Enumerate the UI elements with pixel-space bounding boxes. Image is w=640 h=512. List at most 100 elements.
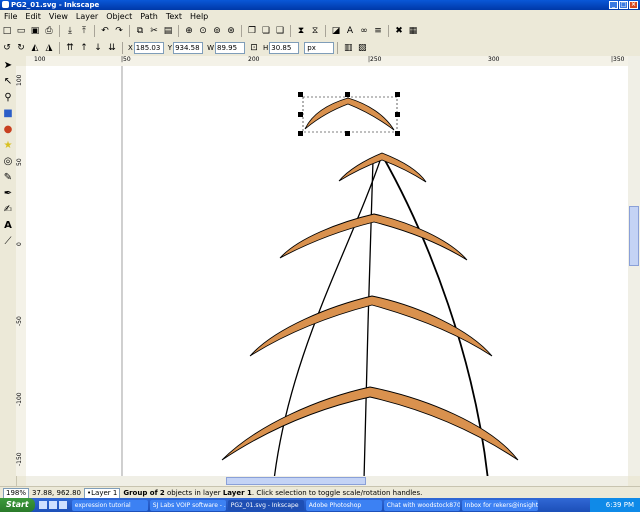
fill-stroke-icon[interactable]: ◪ xyxy=(330,25,342,37)
rectangle-icon[interactable]: ■ xyxy=(1,106,15,120)
raise-icon[interactable]: ↑ xyxy=(78,42,90,54)
y-field[interactable] xyxy=(173,42,204,54)
import-icon[interactable]: ⤓ xyxy=(64,25,76,37)
align-icon[interactable]: ≡ xyxy=(372,25,384,37)
handle-bottom-left[interactable] xyxy=(298,131,303,136)
scale-corners-icon[interactable]: ▧ xyxy=(356,42,368,54)
drawing-canvas[interactable] xyxy=(26,66,628,476)
save-icon[interactable]: ▣ xyxy=(29,25,41,37)
task-expression-tutorial[interactable]: expression tutorial xyxy=(71,499,148,511)
browser-icon[interactable] xyxy=(48,501,57,509)
pencil-icon[interactable]: ✎ xyxy=(1,170,15,184)
desktop-icon[interactable] xyxy=(38,501,47,509)
units-select[interactable]: px xyxy=(304,42,335,54)
clone-icon[interactable]: ❏ xyxy=(260,25,272,37)
zoom-page-icon[interactable]: ⊚ xyxy=(211,25,223,37)
separator xyxy=(337,42,339,54)
print-icon[interactable]: ⎙ xyxy=(43,25,55,37)
calligraphy-icon[interactable]: ✍ xyxy=(1,202,15,216)
handle-top-right[interactable] xyxy=(395,92,400,97)
close-button[interactable]: × xyxy=(629,1,638,9)
zoom-icon[interactable]: ⚲ xyxy=(1,90,15,104)
handle-right[interactable] xyxy=(395,112,400,117)
rotate-cw-icon[interactable]: ↻ xyxy=(15,42,27,54)
lock-icon[interactable]: ⊡ xyxy=(248,42,260,54)
menu-help[interactable]: Help xyxy=(186,12,212,21)
spiral-icon[interactable]: ◎ xyxy=(1,154,15,168)
menu-view[interactable]: View xyxy=(45,12,72,21)
handle-bottom[interactable] xyxy=(345,131,350,136)
boomerang-shape[interactable] xyxy=(304,97,395,131)
ellipse-icon[interactable]: ● xyxy=(1,122,15,136)
transform-icon[interactable]: ✖ xyxy=(393,25,405,37)
width-field[interactable] xyxy=(215,42,245,54)
zoom-drawing-icon[interactable]: ⊙ xyxy=(197,25,209,37)
menu-path[interactable]: Path xyxy=(136,12,162,21)
open-icon[interactable]: ▭ xyxy=(15,25,27,37)
height-field[interactable] xyxy=(269,42,300,54)
zoom-field[interactable]: 198% xyxy=(3,487,30,499)
maximize-button[interactable]: □ xyxy=(619,1,628,9)
lower-to-bottom-icon[interactable]: ⇊ xyxy=(106,42,118,54)
branch-1[interactable] xyxy=(338,152,427,183)
vertical-scroll-thumb[interactable] xyxy=(629,206,639,266)
task-photoshop[interactable]: Adobe Photoshop xyxy=(305,499,382,511)
raise-to-top-icon[interactable]: ⇈ xyxy=(64,42,76,54)
preferences-icon[interactable]: ▦ xyxy=(407,25,419,37)
copy-icon[interactable]: ⧉ xyxy=(134,25,146,37)
separator xyxy=(129,25,130,37)
handle-top-left[interactable] xyxy=(298,92,303,97)
ruler-label: 50 xyxy=(16,158,23,166)
xml-editor-icon[interactable]: ∞ xyxy=(358,25,370,37)
mail-icon[interactable] xyxy=(58,501,67,509)
menu-object[interactable]: Object xyxy=(102,12,136,21)
menu-text[interactable]: Text xyxy=(162,12,186,21)
inkscape-app-icon xyxy=(2,1,9,8)
export-icon[interactable]: ⤒ xyxy=(78,25,90,37)
redo-icon[interactable]: ↷ xyxy=(113,25,125,37)
zoom-width-icon[interactable]: ⊛ xyxy=(225,25,237,37)
flip-horizontal-icon[interactable]: ◭ xyxy=(29,42,41,54)
lower-icon[interactable]: ↓ xyxy=(92,42,104,54)
x-field[interactable] xyxy=(133,42,164,54)
node-icon[interactable]: ↖ xyxy=(1,74,15,88)
text-icon[interactable]: A xyxy=(1,218,15,232)
minimize-button[interactable]: _ xyxy=(609,1,618,9)
ruler-label: 300 xyxy=(488,56,500,63)
undo-icon[interactable]: ↶ xyxy=(99,25,111,37)
system-tray-clock[interactable]: 6:39 PM xyxy=(589,498,640,512)
handle-top[interactable] xyxy=(345,92,350,97)
handle-left[interactable] xyxy=(298,112,303,117)
star-icon[interactable]: ★ xyxy=(1,138,15,152)
pen-icon[interactable]: ✒ xyxy=(1,186,15,200)
paste-icon[interactable]: ▤ xyxy=(162,25,174,37)
menu-layer[interactable]: Layer xyxy=(72,12,102,21)
horizontal-scroll-thumb[interactable] xyxy=(226,477,366,485)
selected-boomerang[interactable] xyxy=(298,92,400,136)
dropper-icon[interactable]: ⟋ xyxy=(1,234,15,248)
cut-icon[interactable]: ✂ xyxy=(148,25,160,37)
duplicate-icon[interactable]: ❐ xyxy=(246,25,258,37)
handle-bottom-right[interactable] xyxy=(395,131,400,136)
task-sj-labs[interactable]: SJ Labs VOIP software - ... xyxy=(149,499,226,511)
scale-stroke-icon[interactable]: ▥ xyxy=(342,42,354,54)
task-inkscape[interactable]: PG2_01.svg - Inkscape xyxy=(227,499,304,511)
new-icon[interactable]: □ xyxy=(1,25,13,37)
menu-edit[interactable]: Edit xyxy=(21,12,45,21)
unlink-clone-icon[interactable]: ❑ xyxy=(274,25,286,37)
task-inbox[interactable]: Inbox for rekers@insight... xyxy=(461,499,538,511)
branch-2[interactable] xyxy=(279,213,468,261)
group-icon[interactable]: ⧗ xyxy=(295,25,307,37)
horizontal-scrollbar[interactable] xyxy=(26,476,628,486)
task-chat[interactable]: Chat with woodstock870... xyxy=(383,499,460,511)
ungroup-icon[interactable]: ⧖ xyxy=(309,25,321,37)
selector-icon[interactable]: ➤ xyxy=(1,58,15,72)
menu-file[interactable]: File xyxy=(0,12,21,21)
rotate-ccw-icon[interactable]: ↺ xyxy=(1,42,13,54)
start-button[interactable]: Start xyxy=(0,498,35,512)
vertical-scrollbar[interactable] xyxy=(628,56,640,476)
layer-select[interactable]: •Layer 1 xyxy=(84,487,121,499)
zoom-selection-icon[interactable]: ⊕ xyxy=(183,25,195,37)
text-font-icon[interactable]: A xyxy=(344,25,356,37)
flip-vertical-icon[interactable]: ◮ xyxy=(43,42,55,54)
